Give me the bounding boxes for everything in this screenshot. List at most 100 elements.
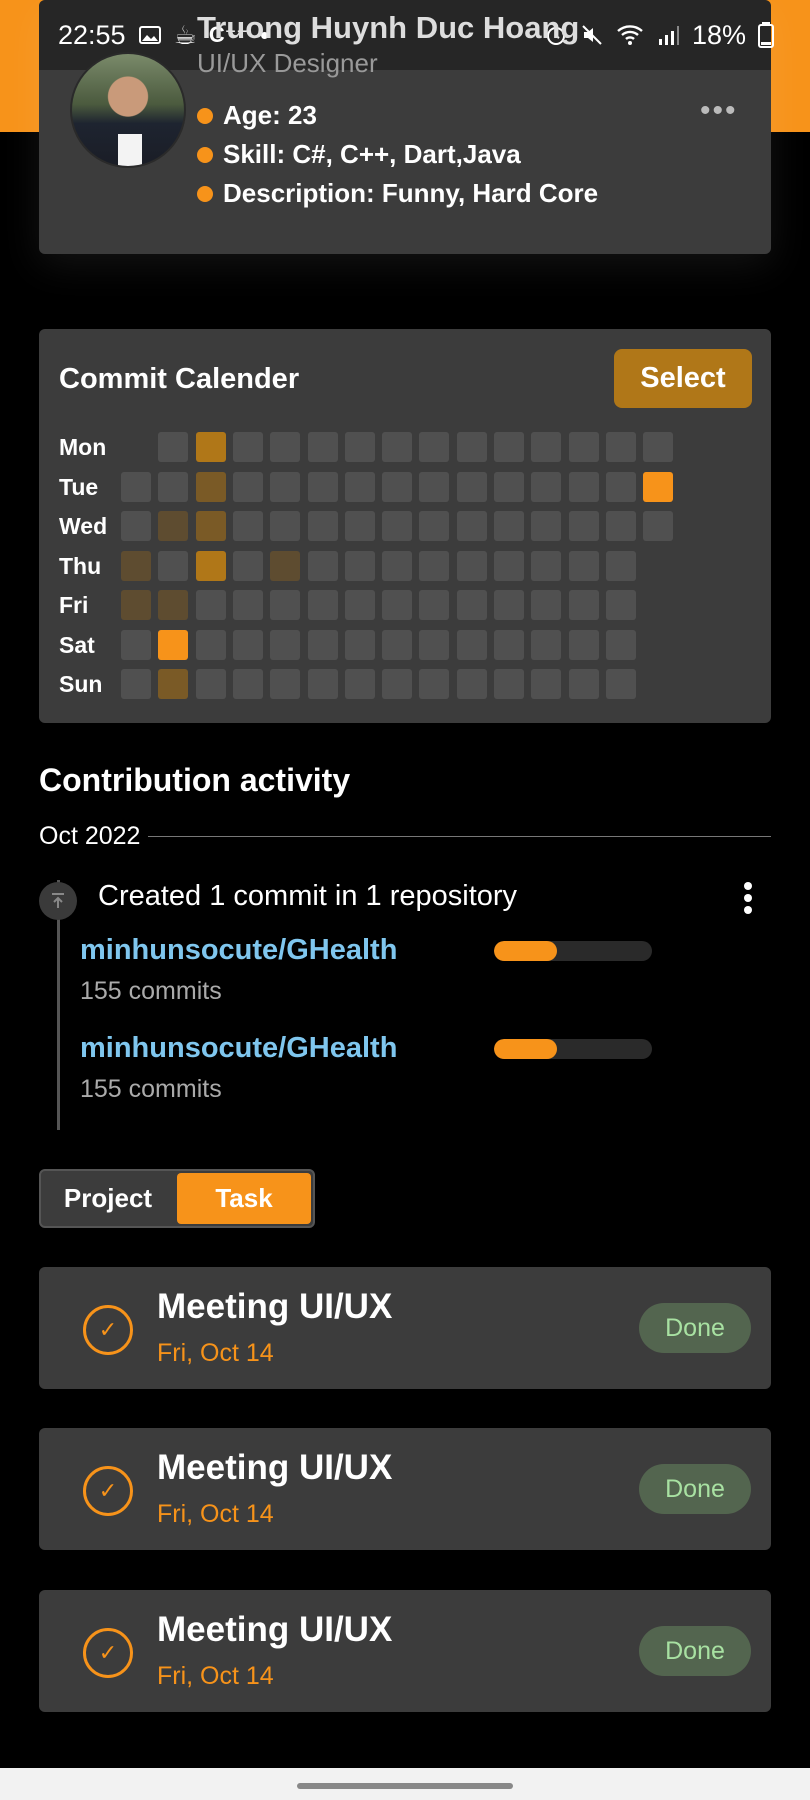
- calendar-cell[interactable]: [158, 629, 189, 660]
- calendar-cell[interactable]: [382, 590, 413, 620]
- calendar-cell[interactable]: [307, 629, 338, 660]
- more-vertical-icon[interactable]: [738, 878, 758, 918]
- task-card[interactable]: ✓ Meeting UI/UX Fri, Oct 14 Done: [39, 1428, 771, 1550]
- calendar-cell[interactable]: [270, 432, 301, 462]
- calendar-cell[interactable]: [419, 471, 450, 502]
- calendar-cell[interactable]: [456, 511, 487, 541]
- calendar-cell[interactable]: [494, 590, 524, 620]
- calendar-cell[interactable]: [494, 669, 524, 699]
- calendar-cell[interactable]: [605, 471, 636, 502]
- calendar-cell[interactable]: [531, 471, 562, 502]
- calendar-cell[interactable]: [456, 471, 487, 502]
- calendar-cell[interactable]: [158, 511, 189, 541]
- calendar-cell[interactable]: [121, 669, 151, 699]
- calendar-cell[interactable]: [419, 669, 450, 699]
- calendar-cell[interactable]: [643, 432, 674, 462]
- task-card[interactable]: ✓ Meeting UI/UX Fri, Oct 14 Done: [39, 1267, 771, 1389]
- calendar-cell[interactable]: [419, 432, 450, 462]
- calendar-cell[interactable]: [307, 669, 338, 699]
- tab-task[interactable]: Task: [177, 1173, 311, 1224]
- calendar-cell[interactable]: [344, 511, 375, 541]
- calendar-cell[interactable]: [568, 669, 599, 699]
- calendar-cell[interactable]: [195, 471, 226, 502]
- calendar-cell[interactable]: [531, 669, 562, 699]
- calendar-cell[interactable]: [195, 511, 226, 541]
- check-circle-icon[interactable]: ✓: [83, 1466, 133, 1516]
- calendar-cell[interactable]: [531, 511, 562, 541]
- calendar-cell[interactable]: [605, 629, 636, 660]
- calendar-cell[interactable]: [121, 511, 151, 541]
- calendar-cell[interactable]: [568, 629, 599, 660]
- calendar-cell[interactable]: [568, 471, 599, 502]
- calendar-cell[interactable]: [605, 511, 636, 541]
- calendar-cell[interactable]: [494, 629, 524, 660]
- calendar-cell[interactable]: [121, 550, 151, 581]
- calendar-cell[interactable]: [158, 590, 189, 620]
- calendar-cell[interactable]: [270, 669, 301, 699]
- calendar-cell[interactable]: [494, 471, 524, 502]
- calendar-cell[interactable]: [232, 590, 263, 620]
- calendar-cell[interactable]: [382, 511, 413, 541]
- calendar-cell[interactable]: [382, 669, 413, 699]
- calendar-cell[interactable]: [605, 432, 636, 462]
- calendar-cell[interactable]: [195, 550, 226, 581]
- calendar-cell[interactable]: [531, 629, 562, 660]
- calendar-cell[interactable]: [419, 629, 450, 660]
- calendar-cell[interactable]: [344, 629, 375, 660]
- calendar-cell[interactable]: [531, 590, 562, 620]
- calendar-cell[interactable]: [232, 432, 263, 462]
- calendar-cell[interactable]: [270, 629, 301, 660]
- calendar-cell[interactable]: [195, 669, 226, 699]
- calendar-cell[interactable]: [307, 471, 338, 502]
- calendar-cell[interactable]: [232, 629, 263, 660]
- calendar-cell[interactable]: [456, 669, 487, 699]
- calendar-cell[interactable]: [344, 471, 375, 502]
- calendar-cell[interactable]: [494, 511, 524, 541]
- repo-link[interactable]: minhunsocute/GHealth: [80, 1032, 397, 1065]
- calendar-cell[interactable]: [307, 511, 338, 541]
- calendar-cell[interactable]: [158, 432, 189, 462]
- check-circle-icon[interactable]: ✓: [83, 1305, 133, 1355]
- calendar-cell[interactable]: [270, 550, 301, 581]
- calendar-cell[interactable]: [456, 550, 487, 581]
- calendar-cell[interactable]: [232, 669, 263, 699]
- calendar-cell[interactable]: [605, 590, 636, 620]
- tab-project[interactable]: Project: [41, 1171, 175, 1226]
- avatar[interactable]: [70, 52, 186, 168]
- calendar-cell[interactable]: [419, 590, 450, 620]
- calendar-cell[interactable]: [531, 432, 562, 462]
- calendar-cell[interactable]: [605, 550, 636, 581]
- calendar-cell[interactable]: [121, 471, 151, 502]
- calendar-cell[interactable]: [195, 629, 226, 660]
- calendar-cell[interactable]: [382, 471, 413, 502]
- calendar-cell[interactable]: [307, 550, 338, 581]
- calendar-cell[interactable]: [232, 471, 263, 502]
- calendar-cell[interactable]: [270, 471, 301, 502]
- home-indicator[interactable]: [297, 1783, 513, 1789]
- calendar-cell[interactable]: [344, 550, 375, 581]
- calendar-cell[interactable]: [643, 511, 674, 541]
- calendar-cell[interactable]: [456, 432, 487, 462]
- calendar-cell[interactable]: [232, 550, 263, 581]
- calendar-cell[interactable]: [307, 432, 338, 462]
- calendar-cell[interactable]: [382, 550, 413, 581]
- calendar-cell[interactable]: [232, 511, 263, 541]
- calendar-cell[interactable]: [158, 669, 189, 699]
- calendar-cell[interactable]: [605, 669, 636, 699]
- calendar-cell[interactable]: [307, 590, 338, 620]
- calendar-cell[interactable]: [121, 590, 151, 620]
- calendar-cell[interactable]: [382, 629, 413, 660]
- calendar-cell[interactable]: [382, 432, 413, 462]
- repo-link[interactable]: minhunsocute/GHealth: [80, 934, 397, 967]
- select-button[interactable]: Select: [614, 349, 752, 408]
- calendar-cell[interactable]: [195, 432, 226, 462]
- calendar-cell[interactable]: [456, 590, 487, 620]
- check-circle-icon[interactable]: ✓: [83, 1628, 133, 1678]
- calendar-cell[interactable]: [195, 590, 226, 620]
- calendar-cell[interactable]: [419, 550, 450, 581]
- calendar-cell[interactable]: [568, 590, 599, 620]
- task-card[interactable]: ✓ Meeting UI/UX Fri, Oct 14 Done: [39, 1590, 771, 1712]
- calendar-cell[interactable]: [568, 432, 599, 462]
- calendar-cell[interactable]: [568, 550, 599, 581]
- calendar-cell[interactable]: [643, 471, 674, 502]
